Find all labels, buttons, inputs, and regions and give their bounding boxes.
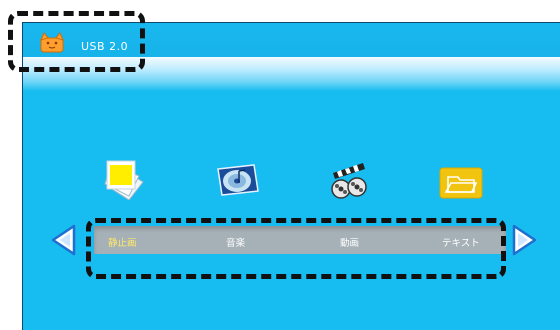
photo-icon[interactable] bbox=[103, 160, 149, 200]
usb-highlight bbox=[8, 11, 145, 72]
music-cd-icon[interactable] bbox=[214, 161, 260, 201]
arrow-left-icon[interactable] bbox=[50, 224, 78, 256]
video-clapper-icon[interactable] bbox=[327, 161, 373, 201]
folder-icon[interactable] bbox=[438, 163, 484, 203]
bar-highlight bbox=[86, 218, 506, 279]
arrow-right-icon[interactable] bbox=[510, 224, 538, 256]
